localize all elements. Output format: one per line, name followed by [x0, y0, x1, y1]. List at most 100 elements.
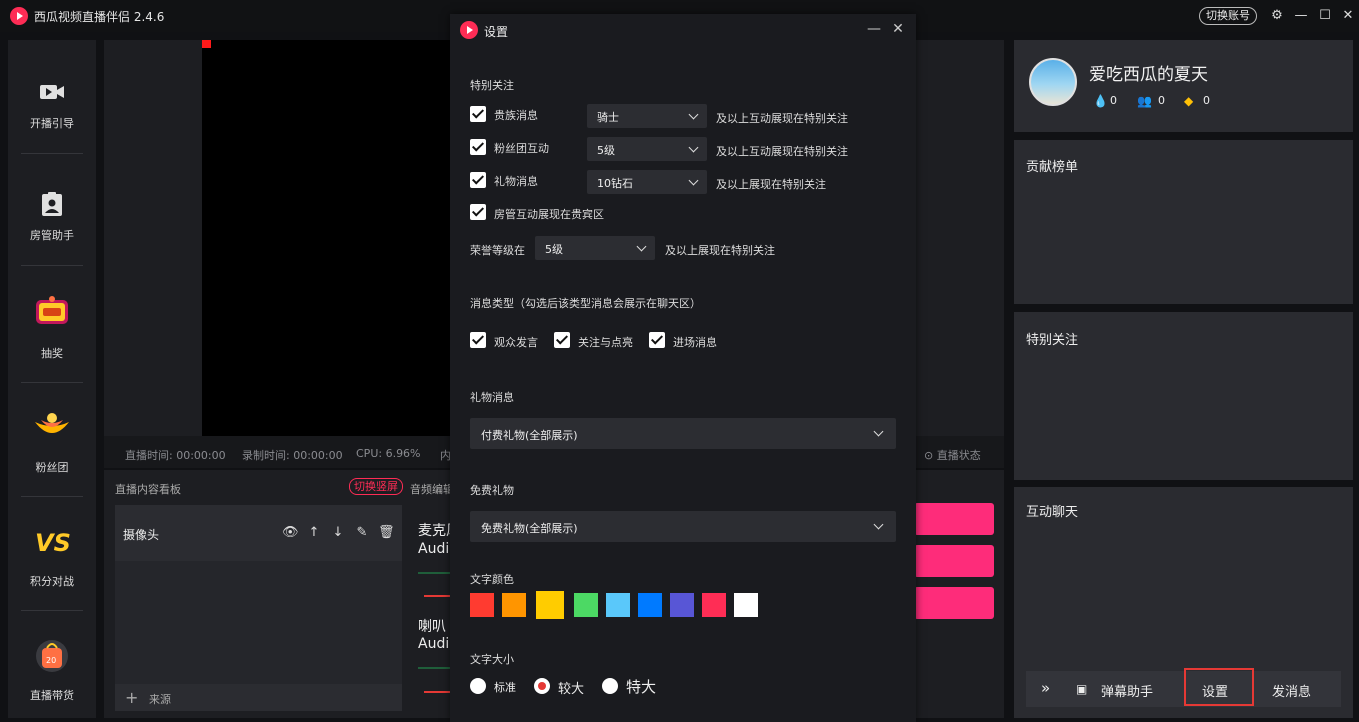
nav-item-fans[interactable]: 粉丝团 — [8, 384, 96, 498]
board-title: 直播内容看板 — [115, 483, 181, 496]
svg-text:VS: VS — [35, 529, 71, 556]
size-section-title: 文字大小 — [470, 653, 514, 666]
pink-action-button[interactable] — [914, 587, 994, 619]
trash-icon[interactable]: 🗑 — [378, 525, 395, 541]
maximize-icon[interactable]: ☐ — [1315, 6, 1335, 26]
arrow-down-icon[interactable]: ↓ — [330, 525, 346, 541]
size-large-label: 较大 — [558, 682, 585, 697]
eye-icon[interactable]: 👁 — [282, 525, 299, 541]
app-logo-icon — [10, 7, 28, 25]
nav-item-admin[interactable]: 房管助手 — [8, 152, 96, 266]
paid-gift-select[interactable]: 付费礼物(全部展示) — [470, 418, 896, 449]
fans-value: 5级 — [597, 144, 615, 157]
dialog-title: 设置 — [484, 25, 509, 39]
size-xlarge-label: 特大 — [626, 678, 657, 696]
gift-label: 礼物消息 — [494, 175, 538, 188]
audio-edit-tab[interactable]: 音频编辑 — [410, 481, 454, 497]
dialog-close-icon[interactable]: ✕ — [890, 21, 906, 37]
minimize-icon[interactable]: — — [1291, 6, 1311, 26]
color-swatch-orange[interactable] — [502, 593, 526, 617]
admin-checkbox[interactable] — [470, 204, 486, 220]
close-icon[interactable]: ✕ — [1338, 6, 1358, 26]
gift-suffix: 及以上展现在特别关注 — [716, 178, 826, 191]
vs-icon: VS — [35, 529, 71, 556]
nav-item-battle[interactable]: VS 积分对战 — [8, 498, 96, 612]
honor-select[interactable]: 5级 — [535, 236, 655, 260]
gift-section-title: 礼物消息 — [470, 391, 514, 404]
nav-label: 抽奖 — [41, 347, 63, 360]
plus-icon: + — [125, 688, 139, 707]
chat-title: 互动聊天 — [1026, 505, 1079, 520]
stat-diamonds: 0 — [1203, 94, 1210, 107]
live-time: 直播时间: 00:00:00 — [125, 449, 226, 462]
enter-msg-checkbox[interactable] — [649, 332, 665, 348]
speaker-volume-slider[interactable] — [424, 691, 450, 693]
size-xlarge-radio[interactable] — [602, 678, 618, 694]
mic-volume-slider[interactable] — [424, 595, 450, 597]
avatar[interactable] — [1029, 58, 1077, 106]
fans-select[interactable]: 5级 — [587, 137, 707, 161]
honor-prefix: 荣誉等级在 — [470, 244, 525, 257]
size-standard-radio[interactable] — [470, 678, 486, 694]
add-source-button[interactable]: + 来源 — [115, 684, 402, 711]
free-gift-select[interactable]: 免费礼物(全部展示) — [470, 511, 896, 542]
pink-action-button[interactable] — [914, 503, 994, 535]
danmu-icon: ▣ — [1076, 682, 1088, 696]
nav-divider — [21, 610, 83, 611]
danmu-helper-button[interactable]: 弹幕助手 — [1101, 681, 1153, 700]
send-message-button[interactable]: 发消息 — [1272, 681, 1311, 700]
edit-icon[interactable]: ✎ — [354, 525, 370, 541]
switch-account-button[interactable]: 切换账号 — [1199, 7, 1257, 25]
cpu-usage: CPU: 6.96% — [356, 447, 421, 460]
chevron-down-icon — [688, 175, 699, 186]
nav-item-lottery[interactable]: 抽奖 — [8, 270, 96, 384]
diamond-icon: ◆ — [1184, 94, 1194, 108]
pink-action-button[interactable] — [914, 545, 994, 577]
nav-divider — [21, 265, 83, 266]
gift-select[interactable]: 10钻石 — [587, 170, 707, 194]
stat-followers: 0 — [1158, 94, 1165, 107]
gift-checkbox[interactable] — [470, 172, 486, 188]
nav-label: 粉丝团 — [35, 461, 69, 474]
noble-select[interactable]: 骑士 — [587, 104, 707, 128]
switch-vertical-button[interactable]: 切换竖屏 — [349, 478, 403, 495]
enter-msg-label: 进场消息 — [673, 336, 717, 349]
color-swatch-purple[interactable] — [670, 593, 694, 617]
color-swatch-yellow[interactable] — [534, 589, 566, 621]
color-swatch-green[interactable] — [574, 593, 598, 617]
followers-icon: 👥 — [1137, 94, 1152, 108]
nav-divider — [21, 382, 83, 383]
follow-msg-checkbox[interactable] — [554, 332, 570, 348]
viewer-msg-label: 观众发言 — [494, 336, 538, 349]
msg-type-section-title: 消息类型（勾选后该类型消息会展示在聊天区） — [470, 297, 701, 310]
chevron-down-icon — [688, 109, 699, 120]
viewer-msg-checkbox[interactable] — [470, 332, 486, 348]
record-time: 录制时间: 00:00:00 — [242, 449, 343, 462]
video-camera-icon — [40, 85, 64, 99]
color-swatch-blue[interactable] — [638, 593, 662, 617]
expand-icon[interactable]: » — [1041, 679, 1050, 697]
follow-msg-label: 关注与点亮 — [578, 336, 633, 349]
noble-checkbox[interactable] — [470, 106, 486, 122]
gear-icon[interactable]: ⚙ — [1267, 6, 1287, 26]
speaker-name: 喇叭 — [418, 619, 446, 635]
fans-suffix: 及以上互动展现在特别关注 — [716, 145, 848, 158]
rank-title: 贡献榜单 — [1026, 160, 1079, 175]
chevron-down-icon — [873, 519, 884, 530]
color-swatch-pink[interactable] — [702, 593, 726, 617]
settings-highlight — [1184, 668, 1254, 706]
color-swatch-red[interactable] — [470, 593, 494, 617]
left-nav: 开播引导 房管助手 抽奖 粉丝团 VS 积分对战 20 直播带货 — [8, 40, 96, 718]
arrow-up-icon[interactable]: ↑ — [306, 525, 322, 541]
color-swatch-cyan[interactable] — [606, 593, 630, 617]
badge-person-icon — [42, 192, 62, 216]
preview-canvas[interactable] — [202, 40, 452, 436]
size-large-radio[interactable] — [534, 678, 550, 694]
fan-club-icon — [35, 413, 69, 433]
color-swatch-white[interactable] — [734, 593, 758, 617]
recording-indicator — [202, 40, 211, 48]
nav-item-guide[interactable]: 开播引导 — [8, 40, 96, 154]
fans-checkbox[interactable] — [470, 139, 486, 155]
nav-item-shop[interactable]: 20 直播带货 — [8, 612, 96, 722]
dialog-minimize-icon[interactable]: — — [866, 21, 882, 37]
